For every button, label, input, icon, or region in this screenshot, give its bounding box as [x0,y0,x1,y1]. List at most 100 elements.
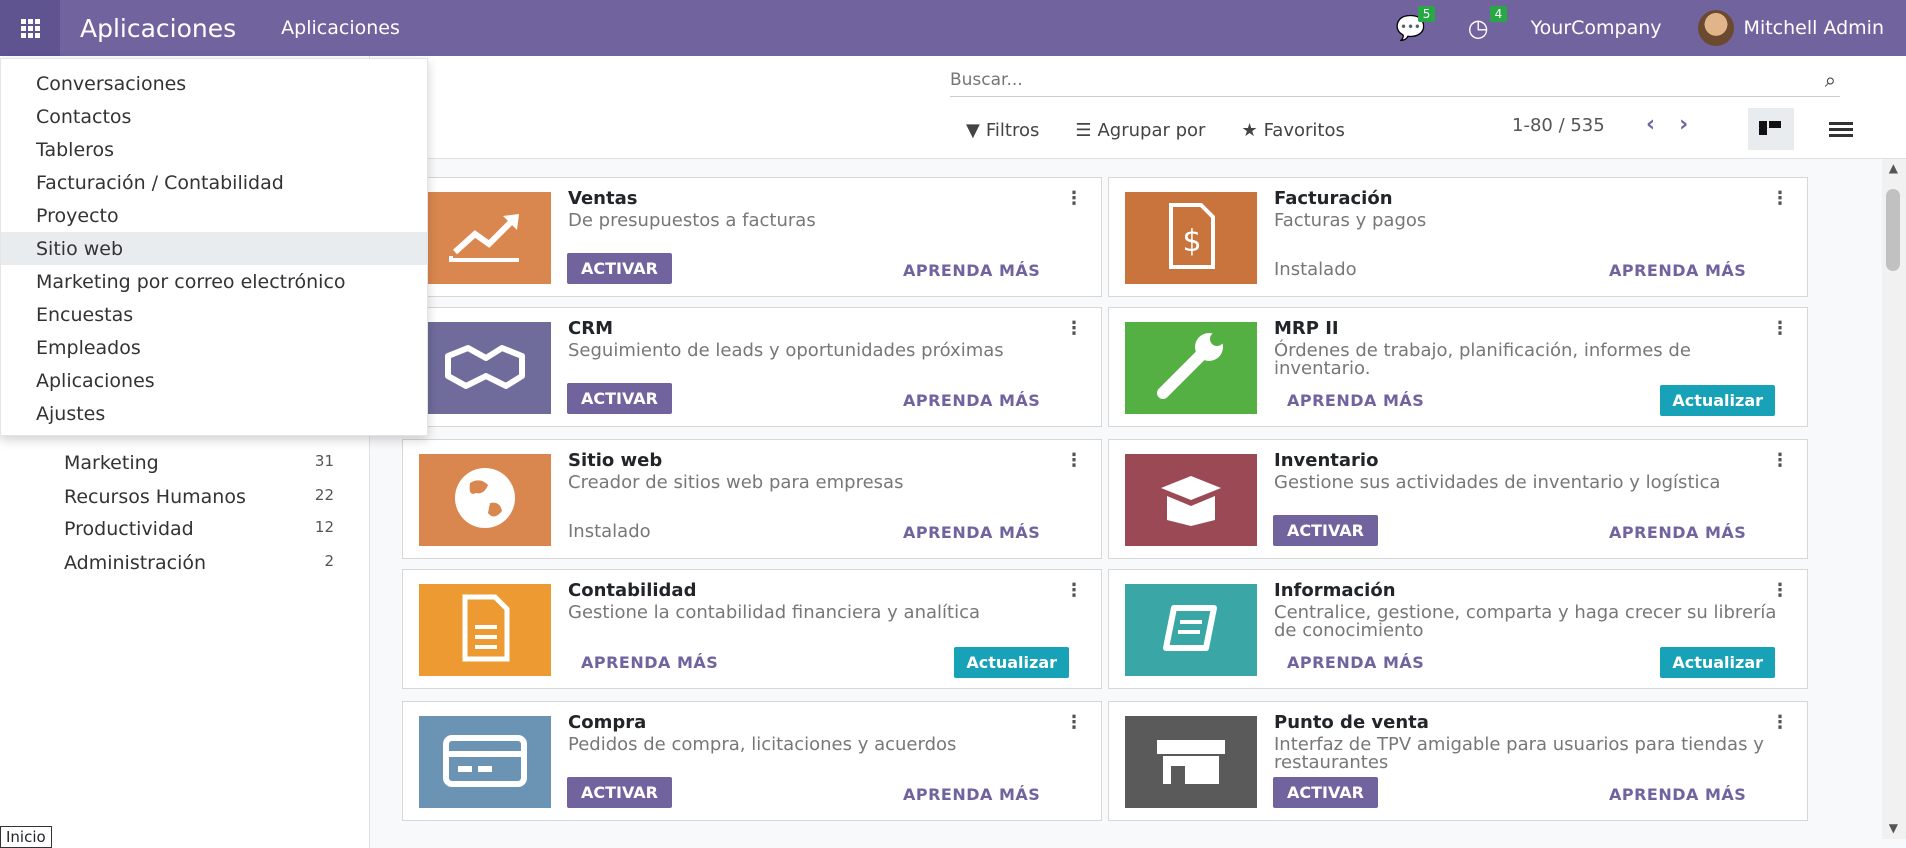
messages-button[interactable]: 💬 5 [1396,6,1436,42]
kebab-menu-icon[interactable]: ⋮ [1771,580,1789,601]
app-kanban-board: Ventas De presupuestos a facturas ⋮ ACTIVAR… [370,159,1906,848]
learn-more-link[interactable]: APRENDA MÁS [903,785,1040,804]
scrollbar[interactable]: ▲ ▼ [1882,159,1906,839]
kebab-menu-icon[interactable]: ⋮ [1065,318,1083,339]
globe-icon [450,463,520,537]
kebab-menu-icon[interactable]: ⋮ [1065,188,1083,209]
kebab-menu-icon[interactable]: ⋮ [1771,450,1789,471]
favorites-label: Favoritos [1263,119,1345,141]
learn-more-link[interactable]: APRENDA MÁS [1287,391,1424,410]
app-card[interactable]: Punto de venta Interfaz de TPV amigable p… [1108,701,1808,821]
company-switcher[interactable]: YourCompany [1531,17,1662,39]
kebab-menu-icon[interactable]: ⋮ [1771,712,1789,733]
chevron-left-icon[interactable]: ‹ [1646,112,1655,137]
pager-value[interactable]: 1-80 / 535 [1512,115,1605,136]
list-view-button[interactable] [1818,108,1864,150]
activities-button[interactable]: ◷ 4 [1468,6,1508,42]
learn-more-link[interactable]: APRENDA MÁS [1287,653,1424,672]
kebab-menu-icon[interactable]: ⋮ [1065,450,1083,471]
category-marketing[interactable]: Marketing 31 [64,452,334,474]
menu-item[interactable]: Marketing por correo electrónico [1,265,427,298]
svg-text:$: $ [1182,224,1201,259]
app-title: CRM [568,318,613,339]
activate-button[interactable]: ACTIVAR [1273,777,1378,808]
layers-icon: ☰ [1075,119,1092,141]
scroll-up-icon[interactable]: ▲ [1889,161,1898,175]
menu-item[interactable]: Encuestas [1,298,427,331]
scroll-down-icon[interactable]: ▼ [1889,821,1898,835]
update-button[interactable]: Actualizar [1660,385,1775,416]
credit-card-icon [442,730,528,794]
category-recursos-humanos[interactable]: Recursos Humanos 22 [64,486,334,508]
app-switcher-button[interactable] [0,0,60,56]
chevron-right-icon[interactable]: › [1679,112,1688,137]
learn-more-link[interactable]: APRENDA MÁS [1609,785,1746,804]
app-card[interactable]: Ventas De presupuestos a facturas ⋮ ACTIVAR… [402,177,1102,297]
menu-item[interactable]: Tableros [1,133,427,166]
search-box: ⌕ [950,63,1840,97]
app-title: Compra [568,712,647,733]
wrench-icon [1151,331,1231,405]
kanban-view-button[interactable] [1748,108,1794,150]
app-card[interactable]: CRM Seguimiento de leads y oportunidades … [402,307,1102,427]
app-card[interactable]: Contabilidad Gestione la contabilidad fin… [402,569,1102,689]
learn-more-link[interactable]: APRENDA MÁS [1609,523,1746,542]
search-input[interactable] [950,69,1650,90]
learn-more-link[interactable]: APRENDA MÁS [1609,261,1746,280]
update-button[interactable]: Actualizar [954,647,1069,678]
app-icon-tile [1125,322,1257,414]
menu-item[interactable]: Conversaciones [1,67,427,100]
kebab-menu-icon[interactable]: ⋮ [1065,712,1083,733]
menu-item[interactable]: Sitio web [1,232,427,265]
kebab-menu-icon[interactable]: ⋮ [1771,318,1789,339]
app-title[interactable]: Aplicaciones [80,14,236,43]
app-summary: Órdenes de trabajo, planificación, infor… [1274,340,1691,379]
menu-item[interactable]: Facturación / Contabilidad [1,166,427,199]
group-by-button[interactable]: ☰ Agrupar por [1075,120,1205,141]
menu-item[interactable]: Ajustes [1,397,427,430]
list-icon [1829,122,1853,137]
category-productividad[interactable]: Productividad 12 [64,518,334,540]
app-title: Facturación [1274,188,1393,209]
learn-more-link[interactable]: APRENDA MÁS [903,261,1040,280]
kebab-menu-icon[interactable]: ⋮ [1065,580,1083,601]
favorites-button[interactable]: ★ Favoritos [1241,120,1344,141]
kebab-menu-icon[interactable]: ⋮ [1771,188,1789,209]
installed-label: Instalado [568,521,651,542]
filters-button[interactable]: ▼ Filtros [966,120,1039,141]
activate-button[interactable]: ACTIVAR [567,253,672,284]
user-menu[interactable]: Mitchell Admin [1744,17,1884,39]
category-label: Marketing [64,452,159,474]
app-card[interactable]: Sitio web Creador de sitios web para empr… [402,439,1102,559]
app-title: Ventas [568,188,638,209]
category-administracion[interactable]: Administración 2 [64,552,334,574]
funnel-icon: ▼ [966,119,980,141]
menu-item[interactable]: Contactos [1,100,427,133]
app-card[interactable]: $ Facturación Facturas y pagos ⋮ Instalado AP… [1108,177,1808,297]
menu-item[interactable]: Empleados [1,331,427,364]
search-icon[interactable]: ⌕ [1825,68,1836,92]
learn-more-link[interactable]: APRENDA MÁS [581,653,718,672]
app-icon-tile [1125,454,1257,546]
app-card[interactable]: Compra Pedidos de compra, licitaciones y … [402,701,1102,821]
update-button[interactable]: Actualizar [1660,647,1775,678]
learn-more-link[interactable]: APRENDA MÁS [903,523,1040,542]
learn-more-link[interactable]: APRENDA MÁS [903,391,1040,410]
category-label: Productividad [64,518,194,540]
app-card[interactable]: Inventario Gestione sus actividades de in… [1108,439,1808,559]
app-icon-tile [419,192,551,284]
app-icon-tile [1125,584,1257,676]
activate-button[interactable]: ACTIVAR [1273,515,1378,546]
scroll-thumb[interactable] [1886,189,1900,271]
app-card[interactable]: MRP II Órdenes de trabajo, planificación,… [1108,307,1808,427]
avatar[interactable] [1697,10,1734,46]
app-icon-tile [419,454,551,546]
activate-button[interactable]: ACTIVAR [567,383,672,414]
activate-button[interactable]: ACTIVAR [567,777,672,808]
grid-icon [20,18,40,38]
category-label: Recursos Humanos [64,486,246,508]
app-card[interactable]: Información Centralice, gestione, compart… [1108,569,1808,689]
menu-item[interactable]: Proyecto [1,199,427,232]
menu-aplicaciones[interactable]: Aplicaciones [281,17,400,39]
menu-item[interactable]: Aplicaciones [1,364,427,397]
